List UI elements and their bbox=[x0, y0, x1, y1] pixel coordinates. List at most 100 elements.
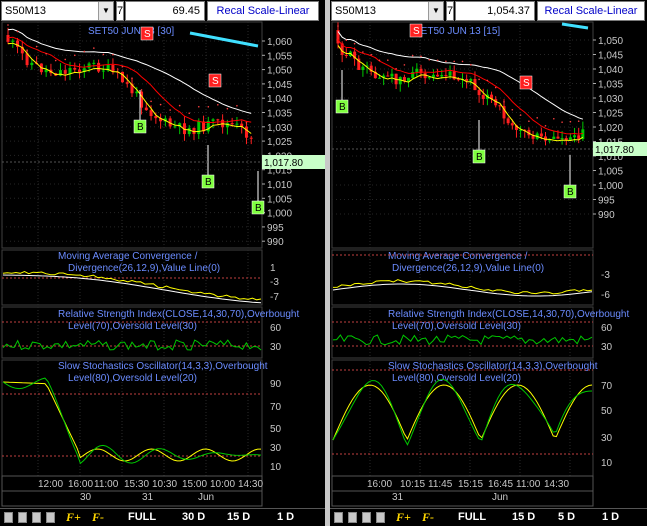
sell-signal-label: S bbox=[413, 26, 420, 37]
candle-body bbox=[415, 68, 419, 73]
scroll-left-button[interactable] bbox=[4, 512, 13, 523]
price-tick-label: 995 bbox=[267, 223, 284, 234]
psar-dot bbox=[93, 47, 95, 49]
psar-dot bbox=[197, 105, 200, 108]
candle-body bbox=[568, 137, 572, 140]
macd-tick-label: -7 bbox=[270, 292, 279, 303]
psar-dot bbox=[528, 120, 530, 122]
time-label: 10:15 bbox=[400, 479, 425, 490]
candle-body bbox=[427, 77, 431, 79]
bottom-toolbar-left: F+ F- FULL 30 D 15 D 1 D bbox=[0, 508, 325, 526]
f-minus-icon[interactable]: F- bbox=[422, 510, 434, 525]
candle-body bbox=[216, 119, 220, 121]
sell-signal-label: S bbox=[144, 29, 151, 40]
price-tick-label: 1,060 bbox=[267, 37, 292, 48]
scroll-left-button[interactable] bbox=[334, 512, 343, 523]
chart-canvas-right[interactable]: 1,0501,0451,0401,0351,0301,0251,0201,015… bbox=[330, 0, 647, 526]
psar-dot bbox=[577, 120, 580, 123]
candle-body bbox=[92, 62, 96, 64]
f-plus-icon[interactable]: F+ bbox=[396, 510, 411, 525]
psar-dot bbox=[217, 103, 219, 106]
macd-signal-line bbox=[2, 274, 262, 304]
psar-dot bbox=[553, 117, 555, 120]
range-5d-button[interactable]: 5 D bbox=[558, 511, 575, 523]
psar-dot bbox=[353, 42, 356, 45]
psar-dot bbox=[73, 54, 76, 57]
candle-body bbox=[249, 137, 253, 139]
psar-dot bbox=[207, 105, 210, 108]
candle-body bbox=[120, 71, 124, 83]
psar-dot bbox=[461, 60, 464, 63]
candle-body bbox=[73, 67, 77, 70]
candle-body bbox=[97, 62, 101, 72]
candle-body bbox=[173, 126, 177, 128]
bottom-toolbar-right: F+ F- FULL 15 D 5 D 1 D bbox=[330, 508, 647, 526]
range-1d-button[interactable]: 1 D bbox=[277, 511, 294, 523]
time-label: 11:00 bbox=[516, 479, 541, 490]
range-30d-button[interactable]: 30 D bbox=[182, 511, 205, 523]
chart-pane-left: S50M13 ▼ 7 69.45 Recal Scale-Linear 1,060… bbox=[0, 0, 325, 526]
chart-canvas-left[interactable]: 1,060 1,055 1,050 1,045 1,040 1,035 1,030 1,025… bbox=[0, 0, 325, 526]
chart-title: SET50 JUN 13 [30] bbox=[88, 26, 174, 37]
candle-body bbox=[556, 136, 560, 139]
candle-body bbox=[187, 127, 191, 135]
stoch-tick-label: 30 bbox=[270, 443, 282, 454]
ma-line-mid bbox=[337, 39, 583, 135]
scroll-button[interactable] bbox=[348, 512, 357, 523]
candle-body bbox=[510, 123, 514, 126]
rsi-title: Relative Strength Index(CLOSE,14,30,70),… bbox=[58, 309, 299, 320]
scroll-right-button[interactable] bbox=[32, 512, 41, 523]
date-label: 31 bbox=[142, 492, 154, 503]
time-label: 15:15 bbox=[458, 479, 483, 490]
rsi-tick-label: 30 bbox=[601, 342, 613, 353]
price-tick-label: 1,045 bbox=[598, 51, 623, 62]
range-full-button[interactable]: FULL bbox=[458, 511, 486, 523]
psar-dot bbox=[420, 55, 422, 58]
price-tick-label: 1,050 bbox=[598, 36, 623, 47]
psar-dot bbox=[478, 78, 480, 81]
psar-dot bbox=[453, 60, 455, 63]
psar-dot bbox=[26, 49, 28, 52]
buy-signal-label: B bbox=[137, 122, 144, 133]
rsi-tick-label: 60 bbox=[270, 323, 282, 334]
candle-body bbox=[431, 74, 435, 78]
psar-dot bbox=[35, 45, 38, 48]
candle-body bbox=[539, 133, 543, 137]
psar-dot bbox=[561, 121, 563, 123]
zoom-button[interactable] bbox=[376, 512, 385, 523]
scroll-button[interactable] bbox=[18, 512, 27, 523]
candle-body bbox=[444, 75, 448, 77]
candle-body bbox=[235, 123, 239, 125]
psar-dot bbox=[45, 52, 47, 55]
f-plus-icon[interactable]: F+ bbox=[66, 510, 81, 525]
stoch-tick-label: 10 bbox=[270, 462, 282, 473]
candle-body bbox=[197, 121, 201, 135]
psar-dot bbox=[544, 125, 547, 127]
range-15d-button[interactable]: 15 D bbox=[227, 511, 250, 523]
range-15d-button[interactable]: 15 D bbox=[512, 511, 535, 523]
stoch-tick-label: 10 bbox=[601, 458, 613, 469]
candle-body bbox=[6, 35, 10, 42]
f-minus-icon[interactable]: F- bbox=[92, 510, 104, 525]
candle-body bbox=[481, 95, 485, 99]
rsi-title: Relative Strength Index(CLOSE,14,30,70),… bbox=[388, 309, 629, 320]
price-tick-label: 1,010 bbox=[267, 180, 292, 191]
candle-body bbox=[378, 77, 381, 79]
ma-line-fast bbox=[337, 45, 584, 142]
ma-line-slow bbox=[7, 28, 252, 114]
time-label: 15:30 bbox=[124, 479, 149, 490]
price-tick-label: 1,000 bbox=[267, 209, 292, 220]
price-tick-label: 990 bbox=[267, 237, 284, 248]
time-label: 11:45 bbox=[428, 479, 453, 490]
scroll-right-button[interactable] bbox=[362, 512, 371, 523]
psar-dot bbox=[245, 121, 248, 124]
range-1d-button[interactable]: 1 D bbox=[602, 511, 619, 523]
zoom-button[interactable] bbox=[46, 512, 55, 523]
macd-tick-label: -6 bbox=[601, 290, 610, 301]
psar-dot bbox=[494, 86, 497, 89]
candle-body bbox=[477, 90, 481, 96]
macd-tick-label: 1 bbox=[270, 263, 276, 274]
candle-body bbox=[149, 110, 153, 117]
ma-line-fast bbox=[7, 42, 252, 134]
range-full-button[interactable]: FULL bbox=[128, 511, 156, 523]
